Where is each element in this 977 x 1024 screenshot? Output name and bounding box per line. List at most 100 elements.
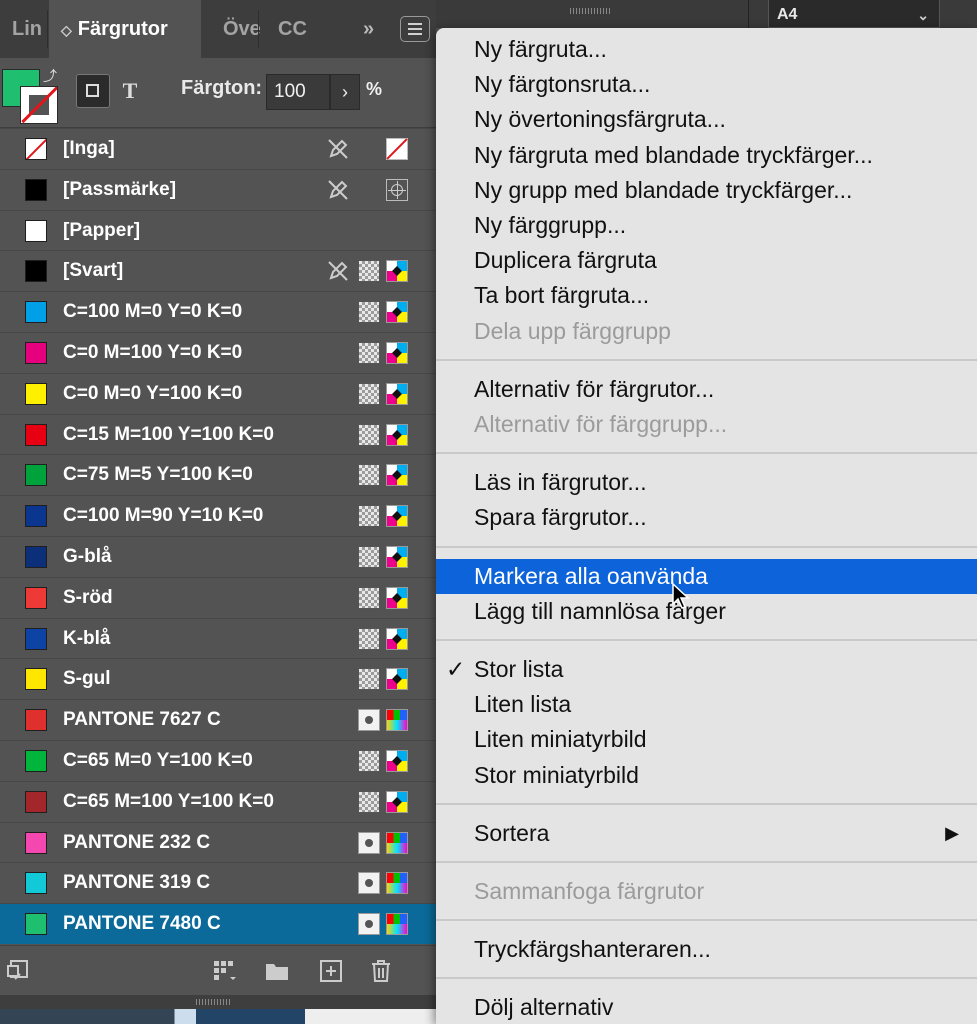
menu-item[interactable]: Ny grupp med blandade tryckfärger... (436, 173, 977, 208)
swatch-color-chip (25, 709, 47, 732)
checkmark-icon: ✓ (446, 656, 466, 682)
swatch-row[interactable]: S-gul (0, 658, 436, 699)
swatch-color-chip (25, 464, 47, 487)
show-kinds-icon[interactable] (212, 958, 238, 984)
menu-item[interactable]: Ny färggrupp... (436, 208, 977, 243)
swatch-list: [Inga] [Passmärke] [Papper] [Svart] C=100 M=… (0, 128, 436, 945)
stroke-swatch[interactable] (20, 86, 58, 124)
page-size-select[interactable]: A4 ⌄ (768, 0, 940, 28)
swatch-row[interactable]: C=65 M=0 Y=100 K=0 (0, 740, 436, 781)
swatch-name: C=0 M=0 Y=100 K=0 (63, 382, 243, 404)
menu-item[interactable]: ✓ Stor lista (436, 652, 977, 687)
menu-item-label: Sammanfoga färgrutor (474, 878, 705, 904)
swatch-row[interactable]: C=100 M=0 Y=0 K=0 (0, 291, 436, 332)
process-icon (358, 464, 380, 487)
cmyk-icon (386, 750, 408, 772)
swatch-row[interactable]: C=65 M=100 Y=100 K=0 (0, 780, 436, 822)
menu-item-label: Alternativ för färggrupp... (474, 411, 728, 437)
menu-item-label: Ny övertoningsfärgruta... (474, 106, 726, 133)
swatch-row[interactable]: PANTONE 7480 C (0, 903, 436, 945)
tab-drag-chevron-icon: ◇ (61, 22, 72, 38)
panel-menu-icon[interactable] (400, 16, 430, 42)
tab-swatches[interactable]: ◇ Färgrutor (49, 0, 201, 58)
mouse-cursor-icon (672, 582, 690, 609)
menu-item[interactable]: Alternativ för färgrutor... (436, 372, 977, 407)
swatch-color-chip (25, 790, 47, 813)
swatch-row[interactable]: C=0 M=100 Y=0 K=0 (0, 332, 436, 373)
swatch-color-chip (25, 750, 47, 772)
container-icon (86, 84, 99, 97)
tab-links[interactable]: Lin (0, 0, 48, 58)
panel-footer (0, 945, 436, 996)
swatch-row[interactable]: [Inga] (0, 128, 436, 169)
swatch-row[interactable]: C=0 M=0 Y=100 K=0 (0, 372, 436, 414)
menu-item-label: Dela upp färggrupp (474, 317, 671, 344)
menu-item[interactable]: Ny färgtonsruta... (436, 67, 977, 102)
menu-separator (436, 639, 977, 641)
swatch-name: C=65 M=0 Y=100 K=0 (63, 750, 253, 771)
swatch-row[interactable]: C=75 M=5 Y=100 K=0 (0, 454, 436, 495)
swatch-row[interactable]: K-blå (0, 617, 436, 659)
swatch-view-icon[interactable] (6, 958, 32, 984)
chevron-down-icon: ⌄ (917, 7, 929, 23)
swatch-name: C=100 M=90 Y=10 K=0 (63, 505, 264, 527)
menu-item[interactable]: Ny färgruta med blandade tryckfärger... (436, 138, 977, 173)
menu-item[interactable]: Dölj alternativ (436, 990, 977, 1024)
swatch-row[interactable]: PANTONE 319 C (0, 862, 436, 903)
swatch-row[interactable]: [Svart] (0, 250, 436, 291)
swatch-row[interactable]: PANTONE 7627 C (0, 699, 436, 740)
tint-slider-toggle[interactable]: › (330, 74, 360, 110)
swatch-name: [Inga] (63, 138, 115, 159)
menu-item: Sammanfoga färgrutor (436, 874, 977, 909)
swatch-color-chip (25, 138, 47, 160)
swatch-row[interactable]: PANTONE 232 C (0, 821, 436, 863)
menu-item[interactable]: Ny färgruta... (436, 32, 977, 67)
tab-gradient[interactable]: Öve (201, 0, 261, 58)
menu-item[interactable]: Liten miniatyrbild (436, 722, 977, 757)
menu-item[interactable]: Tryckfärgshanteraren... (436, 932, 977, 967)
formatting-text-button[interactable]: T (118, 74, 142, 108)
menu-item[interactable]: Stor miniatyrbild (436, 758, 977, 793)
menu-item: Alternativ för färggrupp... (436, 407, 977, 442)
menu-item[interactable]: Liten lista (436, 687, 977, 722)
delete-swatch-icon[interactable] (368, 958, 394, 984)
no-edit-pencil-icon (328, 180, 348, 200)
menu-separator (436, 802, 977, 805)
swatch-color-chip (25, 423, 47, 446)
menu-item[interactable]: Sortera ▶ (436, 816, 977, 851)
menu-item[interactable]: Spara färgrutor... (436, 500, 977, 535)
menu-item-label: Liten miniatyrbild (474, 726, 647, 753)
process-icon (358, 750, 380, 772)
menu-item[interactable]: Ta bort färgruta... (436, 278, 977, 313)
panel-drag-grip[interactable] (570, 8, 610, 14)
swatch-color-chip (25, 586, 47, 609)
more-tabs-icon[interactable]: » (363, 0, 374, 58)
swatch-name: S-röd (63, 586, 113, 608)
swatch-row[interactable]: [Passmärke] (0, 168, 436, 210)
formatting-container-button[interactable] (76, 74, 110, 108)
swatch-row[interactable]: G-blå (0, 536, 436, 577)
swatch-color-chip (25, 546, 47, 568)
tab-cc-libraries[interactable]: CC (260, 0, 340, 58)
swatch-row[interactable]: [Papper] (0, 209, 436, 251)
panel-resize-grip[interactable] (0, 995, 436, 1009)
swatch-row[interactable]: C=100 M=90 Y=10 K=0 (0, 495, 436, 536)
menu-item[interactable]: Duplicera färgruta (436, 243, 977, 278)
menu-item-label: Läs in färgrutor... (474, 469, 647, 496)
process-icon (358, 301, 380, 324)
registration-icon (386, 178, 408, 201)
swatch-color-chip (25, 872, 47, 895)
new-swatch-icon[interactable] (318, 958, 344, 984)
process-icon (358, 586, 380, 609)
menu-item[interactable]: Ny övertoningsfärgruta... (436, 102, 977, 137)
menu-item[interactable]: Lägg till namnlösa färger (436, 594, 977, 629)
swatch-row[interactable]: C=15 M=100 Y=100 K=0 (0, 413, 436, 455)
process-icon (358, 790, 380, 813)
swap-fill-stroke-icon[interactable]: ⤴ (43, 66, 57, 86)
menu-item[interactable]: Läs in färgrutor... (436, 465, 977, 500)
menu-item[interactable]: Markera alla oanvända (436, 558, 977, 594)
new-group-folder-icon[interactable] (264, 958, 290, 984)
tint-input[interactable] (266, 74, 330, 110)
rgb-icon (386, 831, 408, 854)
swatch-row[interactable]: S-röd (0, 576, 436, 618)
